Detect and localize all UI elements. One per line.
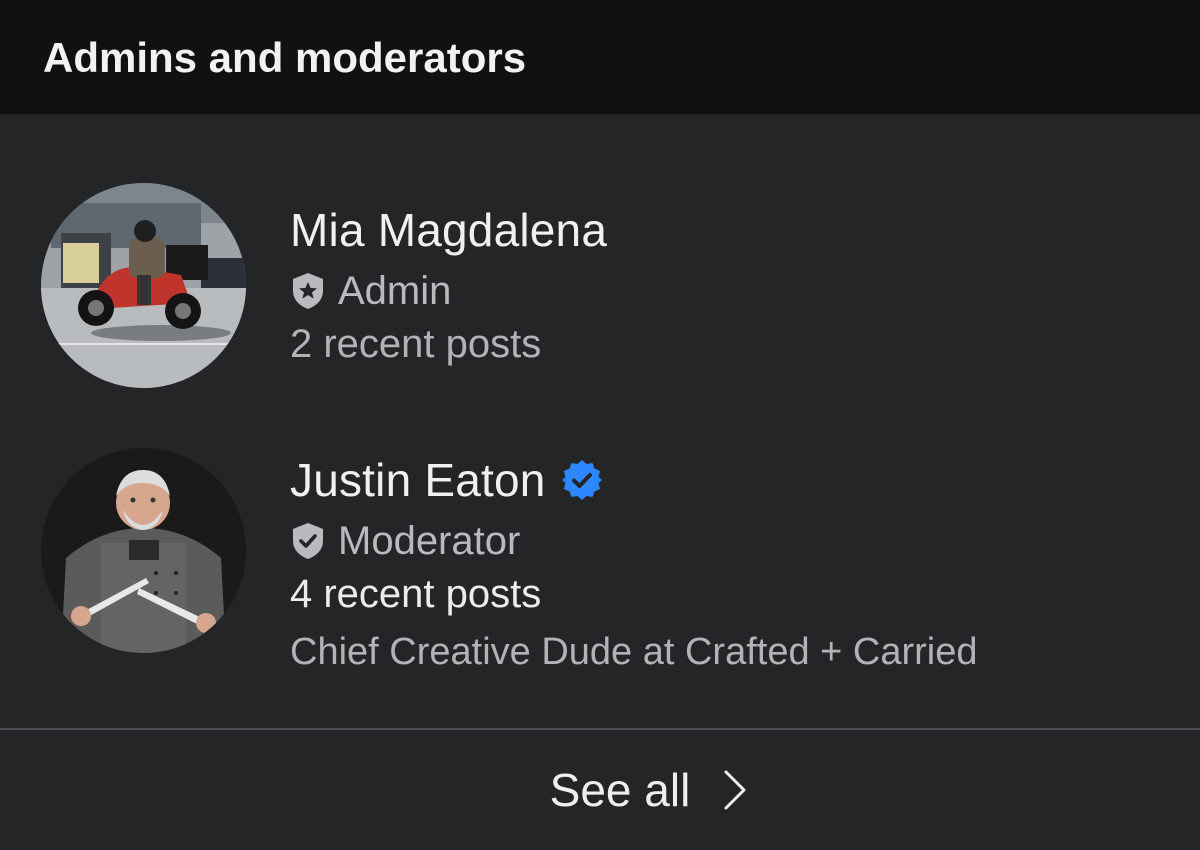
role-label: Admin bbox=[338, 268, 452, 313]
member-row-justin-eaton[interactable]: Justin Eaton Moderator 4 recent posts Ch… bbox=[0, 445, 1200, 705]
role-label: Moderator bbox=[338, 518, 521, 563]
chevron-right-icon bbox=[724, 770, 746, 810]
avatar[interactable] bbox=[41, 448, 246, 653]
avatar[interactable] bbox=[41, 183, 246, 388]
role-badge: Moderator bbox=[290, 516, 978, 566]
panel-header: Admins and moderators bbox=[0, 0, 1200, 114]
member-info: Mia Magdalena Admin 2 recent posts bbox=[290, 200, 607, 367]
panel-title: Admins and moderators bbox=[43, 34, 527, 81]
admins-moderators-panel: Admins and moderators Mia Magdalena Admi… bbox=[0, 0, 1200, 850]
see-all-button[interactable]: See all bbox=[0, 730, 1200, 850]
verified-badge-icon bbox=[561, 460, 602, 500]
chef-with-knives-avatar bbox=[41, 448, 246, 653]
member-name[interactable]: Justin Eaton bbox=[290, 453, 546, 507]
see-all-label: See all bbox=[549, 764, 691, 816]
recent-posts-count: 2 recent posts bbox=[290, 322, 542, 366]
recent-posts-count: 4 recent posts bbox=[290, 572, 542, 616]
member-name[interactable]: Mia Magdalena bbox=[290, 203, 607, 257]
role-badge: Admin bbox=[290, 266, 607, 316]
member-info: Justin Eaton Moderator 4 recent posts Ch… bbox=[290, 450, 978, 674]
shield-star-icon bbox=[293, 273, 323, 309]
motorcycle-rider-avatar bbox=[41, 183, 246, 388]
shield-check-icon bbox=[293, 523, 323, 559]
member-row-mia-magdalena[interactable]: Mia Magdalena Admin 2 recent posts bbox=[0, 180, 1200, 395]
member-job-title: Chief Creative Dude at Crafted + Carried bbox=[290, 631, 978, 673]
